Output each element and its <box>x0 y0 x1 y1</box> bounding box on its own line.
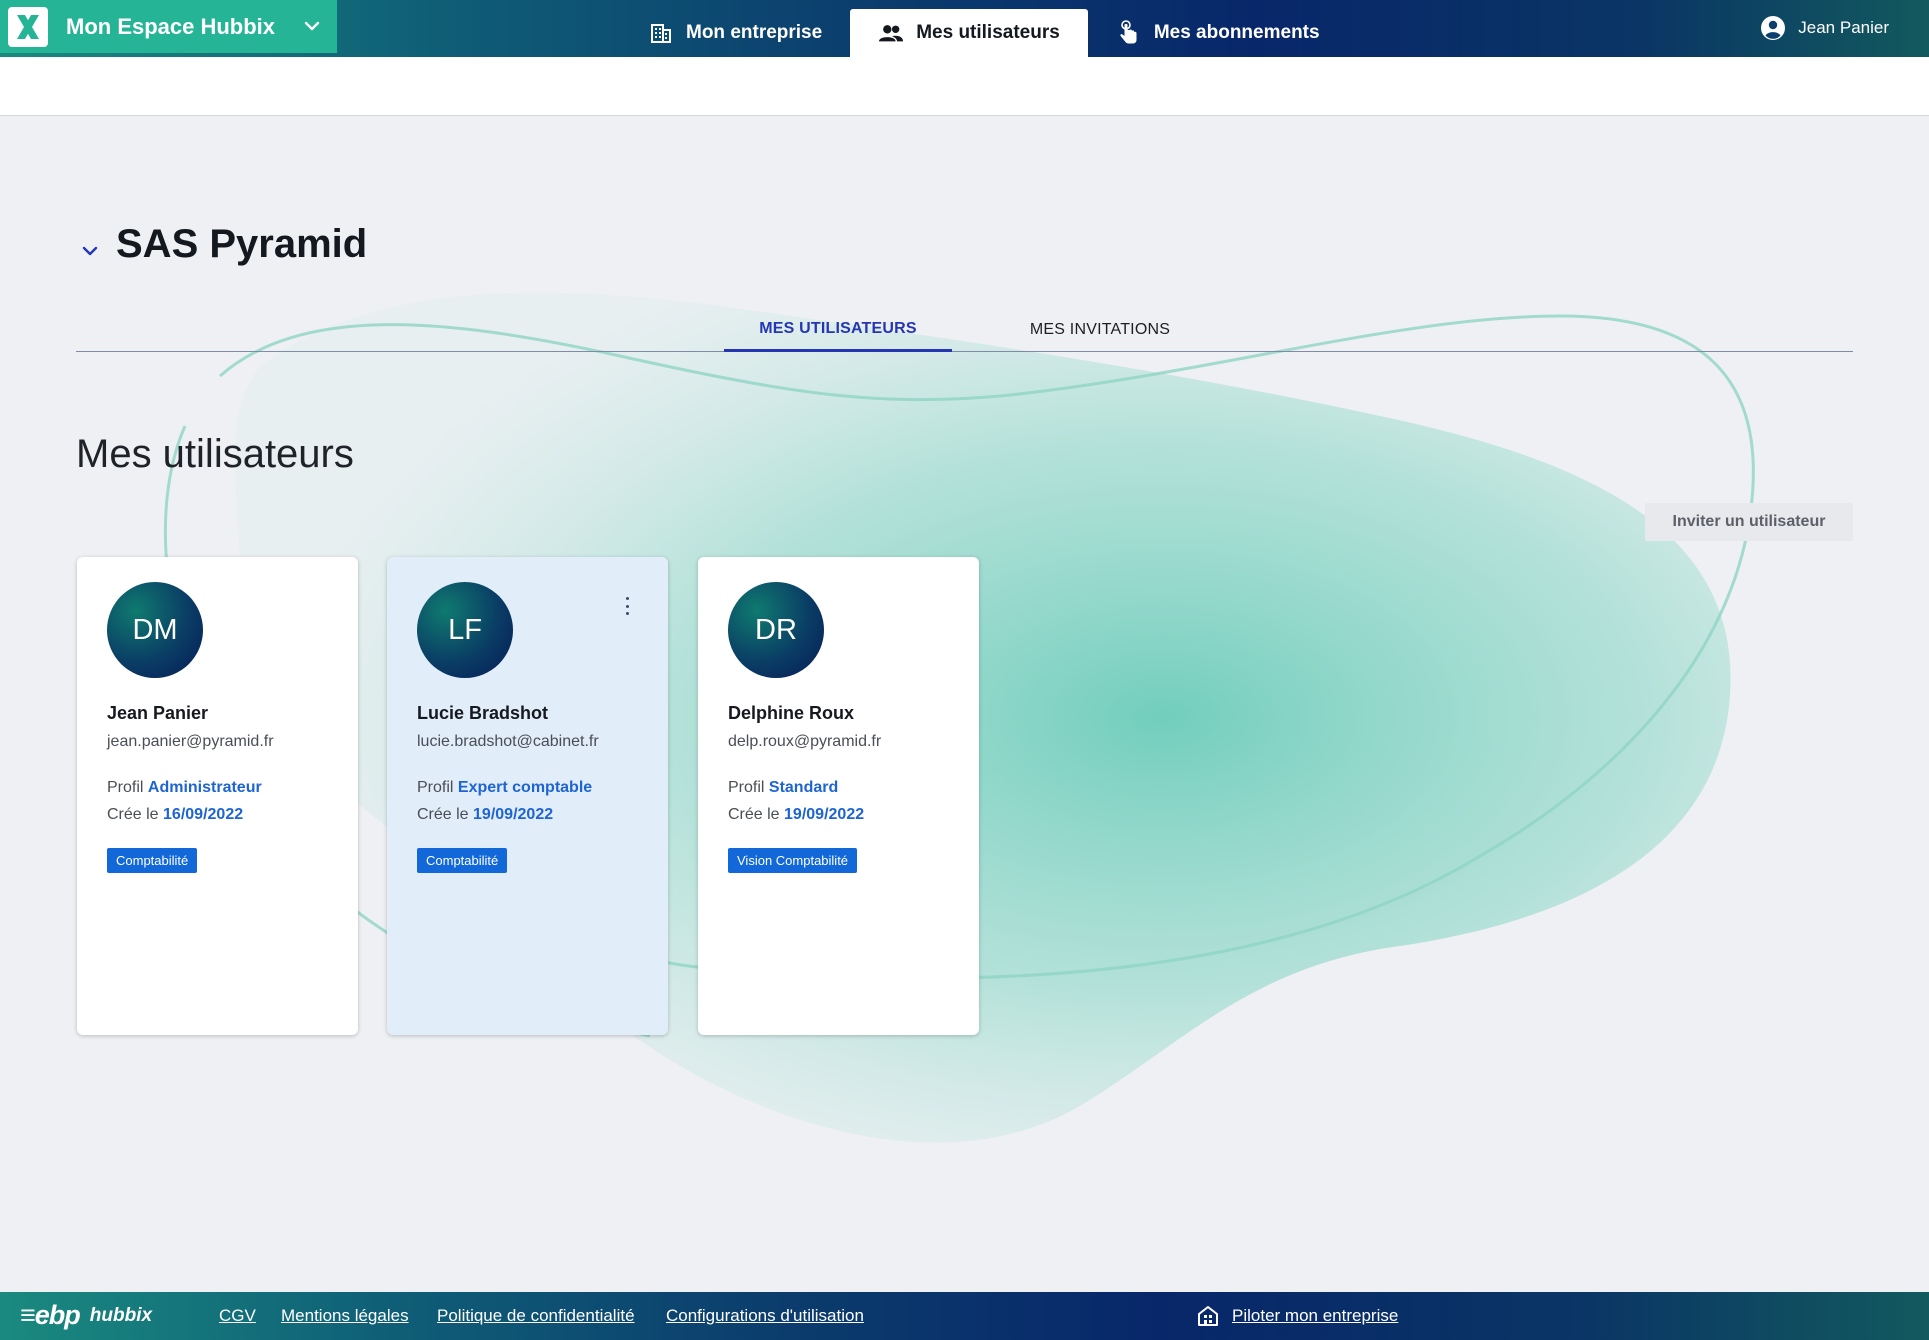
created-value: 19/09/2022 <box>473 806 554 823</box>
nav-tab-label: Mon entreprise <box>686 22 823 43</box>
ebp-logo: ≡ebp <box>20 1300 81 1330</box>
app-title: Mon Espace Hubbix <box>66 13 276 39</box>
user-created-date: Crée le 16/09/2022 <box>107 806 328 824</box>
profile-value: Standard <box>768 779 839 796</box>
account-circle-icon <box>1761 16 1786 40</box>
footer-link-piloter[interactable]: Piloter mon entreprise <box>1232 1306 1398 1326</box>
user-card[interactable]: DM Jean Panier jean.panier@pyramid.fr Pr… <box>77 557 358 1035</box>
avatar: LF <box>417 582 513 678</box>
profile-value: Expert comptable <box>457 779 593 796</box>
status-badge: Vision Comptabilité <box>728 848 858 873</box>
users-icon <box>878 20 904 46</box>
footer-pilot-link[interactable]: Piloter mon entreprise <box>1196 1304 1398 1328</box>
profile-label: Profil <box>107 779 144 796</box>
chevron-down-icon[interactable] <box>78 239 102 263</box>
footer-link-configurations[interactable]: Configurations d'utilisation <box>666 1306 864 1326</box>
user-card[interactable]: DR Delphine Roux delp.roux@pyramid.fr Pr… <box>698 557 979 1035</box>
user-profile: Profil Standard <box>728 779 949 797</box>
home-building-icon <box>1198 1306 1218 1326</box>
nav-tab-label: Mes abonnements <box>1153 22 1320 43</box>
footer: ≡ebp hubbix CGV Mentions légales Politiq… <box>0 1292 1929 1340</box>
user-created-date: Crée le 19/09/2022 <box>728 806 949 824</box>
footer-link-cgv[interactable]: CGV <box>219 1306 256 1326</box>
company-header: SAS Pyramid <box>78 222 367 267</box>
footer-link-politique-confidentialite[interactable]: Politique de confidentialité <box>437 1306 635 1326</box>
user-name: Lucie Bradshot <box>417 703 549 723</box>
hubbix-x-logo-icon <box>8 6 48 47</box>
avatar: DM <box>107 582 203 678</box>
user-name: Delphine Roux <box>728 703 855 723</box>
tab-mes-utilisateurs[interactable]: MES UTILISATEURS <box>724 308 952 352</box>
hubbix-wordmark: hubbix <box>89 1304 153 1326</box>
profile-label: Profil <box>728 779 765 796</box>
building-icon <box>648 20 674 46</box>
created-value: 16/09/2022 <box>163 806 244 823</box>
user-tabs: MES UTILISATEURS MES INVITATIONS <box>76 308 1853 352</box>
footer-logo: ≡ebp hubbix <box>20 1300 152 1331</box>
created-value: 19/09/2022 <box>784 806 865 823</box>
user-email: delp.roux@pyramid.fr <box>728 733 882 750</box>
nav-tab-mes-abonnements[interactable]: Mes abonnements <box>1088 9 1348 57</box>
sub-header-bar <box>0 57 1929 116</box>
user-card[interactable]: LF Lucie Bradshot lucie.bradshot@cabinet… <box>387 557 668 1035</box>
created-label: Crée le <box>107 806 159 823</box>
user-email: jean.panier@pyramid.fr <box>107 733 274 750</box>
user-menu[interactable]: Jean Panier <box>1760 15 1889 41</box>
nav-tab-label: Mes utilisateurs <box>916 22 1060 43</box>
avatar: DR <box>728 582 824 678</box>
nav-tab-mes-utilisateurs[interactable]: Mes utilisateurs <box>850 9 1088 57</box>
user-profile: Profil Administrateur <box>107 779 328 797</box>
tab-mes-invitations[interactable]: MES INVITATIONS <box>990 308 1210 352</box>
touch-pointer-icon <box>1116 20 1142 46</box>
app-switcher[interactable]: Mon Espace Hubbix <box>0 0 337 53</box>
invite-user-button[interactable]: Inviter un utilisateur <box>1645 503 1853 541</box>
user-email: lucie.bradshot@cabinet.fr <box>417 733 599 750</box>
main-nav-tabs: Mon entreprise Mes utilisateurs Mes abon… <box>620 0 1348 57</box>
user-created-date: Crée le 19/09/2022 <box>417 806 638 824</box>
nav-tab-mon-entreprise[interactable]: Mon entreprise <box>620 9 850 57</box>
profile-value: Administrateur <box>147 779 262 796</box>
profile-label: Profil <box>417 779 454 796</box>
section-title: Mes utilisateurs <box>76 432 354 476</box>
chevron-down-icon[interactable] <box>301 15 323 37</box>
status-badge: Comptabilité <box>107 848 198 873</box>
status-badge: Comptabilité <box>417 848 508 873</box>
user-profile: Profil Expert comptable <box>417 779 638 797</box>
created-label: Crée le <box>728 806 780 823</box>
user-name: Jean Panier <box>1798 18 1889 37</box>
created-label: Crée le <box>417 806 469 823</box>
footer-link-mentions-legales[interactable]: Mentions légales <box>281 1306 409 1326</box>
company-name: SAS Pyramid <box>116 222 368 266</box>
more-options-icon[interactable] <box>624 597 630 615</box>
user-name: Jean Panier <box>107 703 209 723</box>
top-navigation-bar: Mon Espace Hubbix Mon entreprise Mes uti… <box>0 0 1929 57</box>
